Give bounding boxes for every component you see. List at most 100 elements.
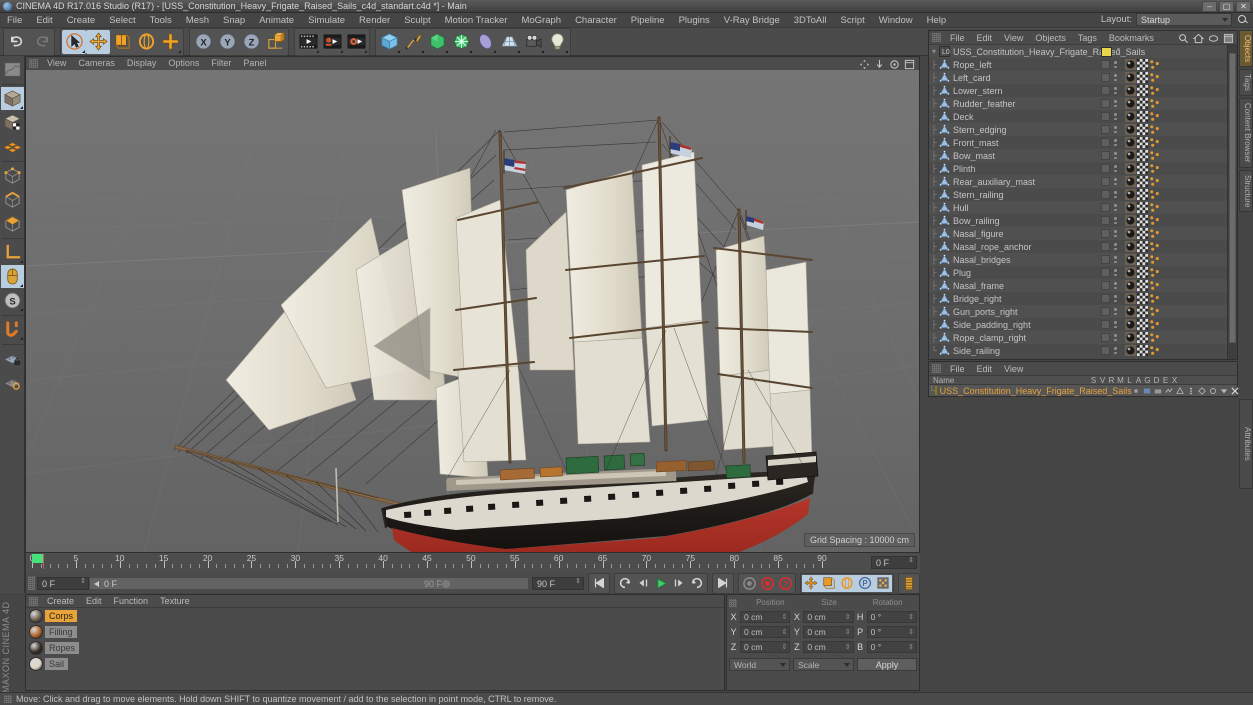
visibility-dot[interactable] bbox=[1114, 221, 1117, 224]
layer-color-swatch[interactable] bbox=[1101, 320, 1110, 329]
visibility-dot[interactable] bbox=[1114, 286, 1117, 289]
autokeying-button[interactable] bbox=[758, 575, 776, 592]
material-menu-create[interactable]: Create bbox=[41, 595, 80, 608]
selection-tag-icon[interactable] bbox=[1149, 254, 1160, 265]
layer-color-swatch[interactable] bbox=[1101, 307, 1110, 316]
visibility-dot[interactable] bbox=[1114, 61, 1117, 64]
visibility-dot[interactable] bbox=[1114, 91, 1117, 94]
material-tag-icon[interactable] bbox=[1125, 293, 1136, 304]
panel-grip-icon[interactable] bbox=[28, 576, 35, 590]
apply-button[interactable]: Apply bbox=[857, 657, 917, 671]
panel-grip-icon[interactable] bbox=[932, 364, 941, 373]
minimize-button[interactable]: – bbox=[1202, 1, 1217, 12]
material-tag-icon[interactable] bbox=[1125, 189, 1136, 200]
keyframe-selection-button[interactable]: ? bbox=[776, 575, 794, 592]
menu-item-character[interactable]: Character bbox=[568, 13, 624, 28]
generator-button[interactable] bbox=[425, 30, 449, 54]
rotation-h-field[interactable]: 0 ° ⇕ bbox=[866, 610, 917, 623]
spinner-icon[interactable]: ⇕ bbox=[845, 642, 851, 653]
visibility-dot[interactable] bbox=[1114, 256, 1117, 259]
object-row[interactable]: ├ Plinth bbox=[929, 162, 1227, 175]
visibility-dots[interactable] bbox=[1101, 138, 1123, 147]
material-tag-icon[interactable] bbox=[1125, 59, 1136, 70]
material-item[interactable]: Sail bbox=[26, 656, 724, 672]
menu-item-script[interactable]: Script bbox=[834, 13, 872, 28]
material-list[interactable]: Corps Filling Ropes Sail bbox=[26, 608, 724, 672]
selection-tag-icon[interactable] bbox=[1149, 241, 1160, 252]
material-tag-icon[interactable] bbox=[1125, 137, 1136, 148]
uvw-tag-icon[interactable] bbox=[1137, 254, 1148, 265]
object-row[interactable]: └ Side_railing bbox=[929, 344, 1227, 357]
add-button[interactable] bbox=[158, 30, 182, 54]
rotate-icon[interactable] bbox=[889, 59, 900, 70]
visibility-dot[interactable] bbox=[1114, 334, 1117, 337]
enable-axis-tool[interactable]: S bbox=[1, 289, 24, 312]
material-preview-sphere[interactable] bbox=[29, 657, 43, 671]
uvw-tag-icon[interactable] bbox=[1137, 124, 1148, 135]
rotation-b-field[interactable]: 0 ° ⇕ bbox=[866, 640, 917, 653]
visibility-dot[interactable] bbox=[1114, 312, 1117, 315]
material-preview-sphere[interactable] bbox=[29, 625, 43, 639]
visibility-dot[interactable] bbox=[1114, 321, 1117, 324]
uvw-tag-icon[interactable] bbox=[1137, 241, 1148, 252]
visibility-dots[interactable] bbox=[1101, 294, 1123, 303]
material-tag-icon[interactable] bbox=[1125, 267, 1136, 278]
spinner-icon[interactable]: ⇕ bbox=[908, 627, 914, 638]
material-tag-icon[interactable] bbox=[1125, 254, 1136, 265]
world-object-axis-tool[interactable] bbox=[1, 241, 24, 264]
environment-button[interactable] bbox=[473, 30, 497, 54]
menu-item-motion-tracker[interactable]: Motion Tracker bbox=[438, 13, 515, 28]
visibility-dots[interactable] bbox=[1101, 242, 1123, 251]
edge-mode-tool[interactable] bbox=[1, 188, 24, 211]
object-row[interactable]: ├ Nasal_bridges bbox=[929, 253, 1227, 266]
selection-tag-icon[interactable] bbox=[1149, 137, 1160, 148]
menu-item-sculpt[interactable]: Sculpt bbox=[397, 13, 437, 28]
layer-color-swatch[interactable] bbox=[1101, 86, 1110, 95]
expand-arrow-icon[interactable]: ▾ bbox=[929, 47, 939, 56]
uvw-tag-icon[interactable] bbox=[1137, 306, 1148, 317]
spinner-icon[interactable]: ⇕ bbox=[781, 612, 787, 623]
selection-tag-icon[interactable] bbox=[1149, 189, 1160, 200]
step-forward-button[interactable] bbox=[670, 575, 688, 592]
object-row[interactable]: ├ Stern_edging bbox=[929, 123, 1227, 136]
material-name[interactable]: Ropes bbox=[45, 642, 80, 654]
scrollbar-thumb[interactable] bbox=[1229, 53, 1236, 343]
selection-tag-icon[interactable] bbox=[1149, 267, 1160, 278]
parameter-key-button[interactable]: P bbox=[856, 574, 874, 592]
layer-color-swatch[interactable] bbox=[1101, 242, 1110, 251]
menu-item-pipeline[interactable]: Pipeline bbox=[624, 13, 672, 28]
selection-tag-icon[interactable] bbox=[1149, 345, 1160, 356]
visibility-dot[interactable] bbox=[1114, 204, 1117, 207]
visibility-dot[interactable] bbox=[1114, 178, 1117, 181]
selection-tag-icon[interactable] bbox=[1149, 72, 1160, 83]
object-menu-view[interactable]: View bbox=[998, 31, 1029, 45]
structure-menu-file[interactable]: File bbox=[944, 362, 971, 376]
size-y-field[interactable]: 0 cm ⇕ bbox=[803, 625, 854, 638]
layer-color-swatch[interactable] bbox=[1101, 125, 1110, 134]
selection-tag-icon[interactable] bbox=[1149, 319, 1160, 330]
x-axis-button[interactable]: X bbox=[191, 30, 215, 54]
uvw-tag-icon[interactable] bbox=[1137, 176, 1148, 187]
material-preview-sphere[interactable] bbox=[29, 641, 43, 655]
timeline-ruler[interactable]: 051015202530354045505560657075808590 0 F… bbox=[25, 553, 920, 573]
visibility-dots[interactable] bbox=[1101, 255, 1123, 264]
viewport-menu-display[interactable]: Display bbox=[121, 57, 163, 70]
rotation-p-field[interactable]: 0 ° ⇕ bbox=[866, 625, 917, 638]
object-row[interactable]: ├ Gun_ports_right bbox=[929, 305, 1227, 318]
frame-end-handle-icon[interactable] bbox=[442, 579, 450, 588]
object-axis-tool[interactable] bbox=[1, 135, 24, 158]
play-button[interactable] bbox=[652, 575, 670, 592]
timeline-playhead[interactable] bbox=[43, 554, 44, 569]
size-z-field[interactable]: 0 cm ⇕ bbox=[803, 640, 854, 653]
tab-attributes[interactable]: Attributes bbox=[1239, 399, 1253, 489]
visibility-dot[interactable] bbox=[1114, 308, 1117, 311]
selection-tag-icon[interactable] bbox=[1149, 150, 1160, 161]
position-y-field[interactable]: 0 cm ⇕ bbox=[740, 625, 791, 638]
selection-tag-icon[interactable] bbox=[1149, 332, 1160, 343]
z-axis-button[interactable]: Z bbox=[239, 30, 263, 54]
visibility-dot[interactable] bbox=[1114, 208, 1117, 211]
visibility-dots[interactable] bbox=[1101, 177, 1123, 186]
visibility-dot[interactable] bbox=[1114, 130, 1117, 133]
search-icon[interactable] bbox=[1178, 33, 1189, 44]
material-tag-icon[interactable] bbox=[1125, 228, 1136, 239]
